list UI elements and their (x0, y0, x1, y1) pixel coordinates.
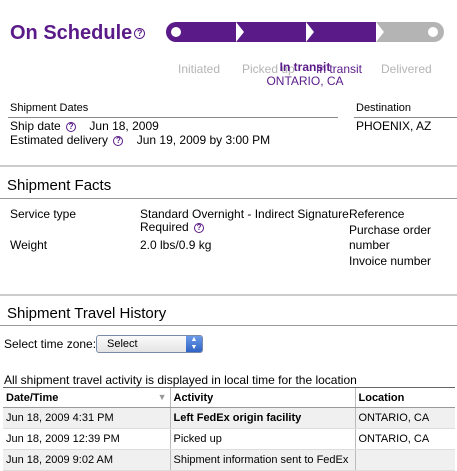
progress-divider (376, 22, 384, 42)
delivery-label: Estimated delivery (10, 133, 109, 147)
progress-tracker: Initiated Picked up In transit Delivered (166, 22, 444, 76)
row-activity: Shipment information sent to FedEx (169, 449, 355, 471)
destination-label: Destination (356, 102, 412, 114)
column-header-location[interactable]: Location (354, 387, 455, 408)
timezone-select-value: Select (107, 338, 138, 350)
progress-start-dot (171, 27, 181, 37)
progress-end-dot (428, 27, 438, 37)
shipment-dates-label: Shipment Dates (10, 102, 89, 114)
delivery-value: Jun 19, 2009 by 3:00 PM (136, 133, 271, 147)
progress-divider (306, 22, 314, 42)
column-header-activity[interactable]: Activity (169, 387, 355, 408)
weight-value: 2.0 lbs/0.9 kg (140, 238, 212, 252)
ship-date-value: Jun 18, 2009 (89, 119, 159, 133)
history-note: All shipment travel activity is displaye… (4, 373, 357, 387)
divider (8, 117, 338, 118)
stage-initiated: Initiated (178, 62, 221, 76)
status-title-text: On Schedule (10, 22, 133, 44)
ship-date-row: Ship date ? Jun 18, 2009 (10, 119, 159, 133)
help-icon[interactable]: ? (194, 222, 205, 233)
help-icon[interactable]: ? (66, 121, 77, 132)
section-divider (0, 198, 457, 199)
row-datetime: Jun 18, 2009 9:02 AM (3, 449, 170, 471)
row-location: ONTARIO, CA (354, 407, 455, 429)
row-location (354, 449, 455, 471)
shipment-facts-title: Shipment Facts (7, 177, 112, 194)
history-table: Date/Time ▼ Activity Location Jun 18, 200… (3, 387, 455, 471)
section-divider (0, 294, 457, 296)
destination-value: PHOENIX, AZ (356, 119, 432, 133)
sort-arrow-icon: ▼ (157, 391, 167, 402)
delivery-row: Estimated delivery ? Jun 19, 2009 by 3:0… (10, 133, 270, 147)
row-activity: Left FedEx origin facility (169, 407, 355, 429)
column-header-datetime-label: Date/Time (6, 391, 59, 404)
row-datetime: Jun 18, 2009 12:39 PM (3, 428, 170, 450)
current-status: In transit (279, 60, 331, 74)
section-divider (0, 325, 457, 326)
section-divider (0, 165, 457, 167)
table-row: Jun 18, 2009 4:31 PM Left FedEx origin f… (3, 407, 455, 429)
row-location: ONTARIO, CA (354, 428, 455, 450)
ship-date-label: Ship date (10, 119, 61, 133)
travel-history-title: Shipment Travel History (7, 305, 167, 322)
timezone-select[interactable]: Select ▲ ▼ (96, 335, 203, 353)
po-label-line1: Purchase order (349, 223, 432, 237)
row-datetime: Jun 18, 2009 4:31 PM (3, 407, 170, 429)
weight-label: Weight (10, 238, 48, 252)
service-type-value-line2-text: Required (140, 220, 189, 234)
stage-delivered: Delivered (381, 62, 432, 76)
reference-label: Reference (349, 207, 405, 221)
table-row: Jun 18, 2009 12:39 PM Picked up ONTARIO,… (3, 428, 455, 450)
row-activity: Picked up (169, 428, 355, 450)
service-type-label: Service type (10, 207, 77, 221)
current-location: ONTARIO, CA (266, 74, 344, 88)
timezone-label: Select time zone: (4, 337, 97, 351)
table-header-row: Date/Time ▼ Activity Location (3, 387, 455, 408)
progress-divider (236, 22, 244, 42)
select-arrows-icon: ▲ ▼ (186, 336, 202, 352)
invoice-label: Invoice number (349, 254, 432, 268)
progress-completed (176, 22, 376, 42)
status-title: On Schedule? (10, 22, 146, 45)
service-type-value-line2: Required ? (140, 220, 205, 234)
po-label-line2: number (349, 238, 390, 252)
divider (354, 117, 457, 118)
help-icon[interactable]: ? (113, 135, 124, 146)
help-icon[interactable]: ? (134, 28, 146, 40)
service-type-value-line1: Standard Overnight - Indirect Signature (140, 207, 349, 221)
column-header-datetime[interactable]: Date/Time ▼ (3, 387, 170, 408)
table-row: Jun 18, 2009 9:02 AM Shipment informatio… (3, 449, 455, 471)
